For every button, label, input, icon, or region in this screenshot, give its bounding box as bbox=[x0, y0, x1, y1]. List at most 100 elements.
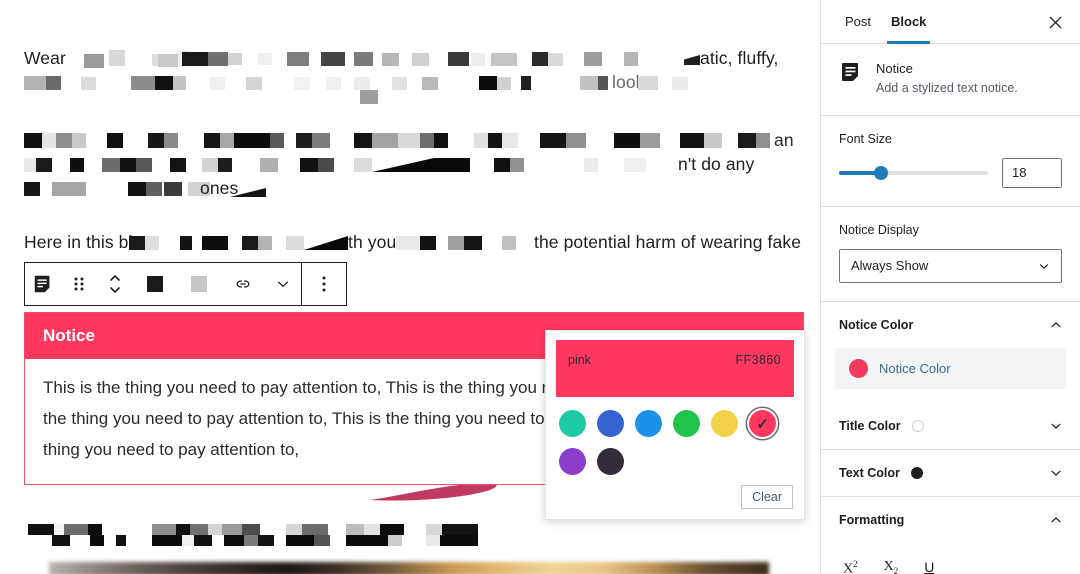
editor-paragraph-4[interactable] bbox=[24, 522, 804, 546]
redacted-text bbox=[84, 54, 104, 68]
redacted-text bbox=[488, 133, 502, 148]
clear-color-button[interactable]: Clear bbox=[741, 485, 793, 509]
link-button[interactable] bbox=[221, 263, 265, 305]
selected-color-preview[interactable]: pink FF3860 bbox=[556, 340, 794, 397]
redacted-text bbox=[426, 524, 442, 535]
redacted-text bbox=[502, 133, 518, 148]
more-options-button[interactable] bbox=[302, 263, 346, 305]
notice-display-select[interactable]: Always Show bbox=[839, 248, 1062, 283]
redacted-text bbox=[64, 524, 88, 535]
color-swatch-indigo[interactable] bbox=[597, 410, 624, 437]
visible-text-fragment: the potential harm of wearing fake bbox=[534, 232, 802, 252]
redacted-text bbox=[52, 535, 70, 546]
subscript-base: X bbox=[883, 558, 894, 574]
tab-block[interactable]: Block bbox=[881, 0, 936, 44]
panel-formatting-header[interactable]: Formatting bbox=[821, 497, 1080, 543]
redacted-text bbox=[756, 133, 770, 148]
subscript-exp: 2 bbox=[893, 565, 899, 574]
redacted-text bbox=[318, 158, 334, 172]
toolbar-chevron-button[interactable] bbox=[265, 263, 301, 305]
color-swatch-dark[interactable] bbox=[597, 448, 624, 475]
editor-paragraph-3[interactable]: Here in this blo th you the potential ha… bbox=[24, 230, 804, 254]
panel-notice-color-header[interactable]: Notice Color bbox=[821, 302, 1080, 348]
redacted-text bbox=[220, 133, 234, 148]
redacted-text bbox=[464, 236, 482, 250]
redacted-text bbox=[202, 158, 218, 172]
redacted-text bbox=[510, 158, 524, 172]
block-info-description: Add a stylized text notice. bbox=[876, 81, 1018, 95]
panel-title-color-header[interactable]: Title Color bbox=[821, 403, 1080, 450]
tab-post[interactable]: Post bbox=[835, 0, 881, 43]
toolbar-group-left bbox=[25, 263, 133, 305]
redacted-text bbox=[46, 76, 61, 90]
redacted-text bbox=[294, 77, 310, 90]
redacted-text bbox=[242, 236, 258, 250]
color-swatch-purple[interactable] bbox=[559, 448, 586, 475]
notice-color-bubble bbox=[849, 358, 868, 378]
drag-handle-button[interactable] bbox=[61, 263, 97, 305]
redacted-text bbox=[566, 133, 586, 148]
brush-stroke-decoration bbox=[370, 482, 500, 504]
redacted-text bbox=[42, 133, 56, 148]
underline-button[interactable]: U bbox=[924, 559, 934, 574]
redacted-text bbox=[24, 76, 46, 90]
redacted-text bbox=[738, 133, 756, 148]
redacted-text bbox=[598, 76, 608, 90]
editor-canvas[interactable]: Wear atic, fluffy, lool an n't do any on… bbox=[0, 0, 820, 574]
redacted-text bbox=[72, 133, 86, 148]
redacted-text bbox=[380, 524, 404, 535]
redacted-text bbox=[28, 524, 54, 535]
toolbar-redacted-button-1[interactable] bbox=[133, 263, 177, 305]
close-sidebar-button[interactable] bbox=[1044, 11, 1066, 33]
redacted-text bbox=[372, 158, 434, 172]
redacted-text bbox=[90, 535, 104, 546]
subscript-button[interactable]: X2 bbox=[884, 559, 899, 574]
redacted-text bbox=[448, 52, 469, 66]
redacted-text bbox=[224, 535, 244, 546]
redacted-text bbox=[640, 133, 660, 148]
color-swatch-turquoise[interactable] bbox=[559, 410, 586, 437]
font-size-slider[interactable] bbox=[839, 165, 988, 180]
panel-text-color-header[interactable]: Text Color bbox=[821, 450, 1080, 497]
redacted-text bbox=[502, 236, 516, 250]
redacted-text bbox=[24, 158, 36, 172]
redacted-text bbox=[120, 158, 136, 172]
redacted-text bbox=[497, 77, 511, 90]
block-settings-sidebar: Post Block Notice Add a stylized text no… bbox=[820, 0, 1080, 574]
redacted-text bbox=[614, 133, 640, 148]
redacted-text bbox=[270, 133, 284, 148]
superscript-button[interactable]: X2 bbox=[843, 559, 858, 574]
move-up-down-button[interactable] bbox=[97, 263, 133, 305]
redacted-text bbox=[244, 535, 258, 546]
editor-paragraph-2[interactable]: an n't do any ones bbox=[24, 128, 804, 200]
notice-block-icon-button[interactable] bbox=[25, 263, 61, 305]
color-picker-popover[interactable]: pink FF3860 ✓ Clear bbox=[545, 330, 805, 520]
slider-knob[interactable] bbox=[873, 165, 888, 180]
color-swatch-green[interactable] bbox=[673, 410, 700, 437]
paragraph-line: n't do any bbox=[24, 152, 804, 176]
redacted-text bbox=[148, 133, 164, 148]
redacted-text bbox=[81, 77, 96, 90]
notice-color-swatch-row[interactable]: Notice Color bbox=[835, 347, 1066, 389]
redacted-text bbox=[202, 236, 228, 250]
redacted-text bbox=[346, 535, 388, 546]
redacted-text bbox=[52, 182, 86, 196]
color-swatch-blue[interactable] bbox=[635, 410, 662, 437]
font-size-input[interactable] bbox=[1002, 157, 1062, 188]
redacted-text bbox=[258, 53, 272, 65]
redacted-text bbox=[116, 535, 126, 546]
redacted-text bbox=[426, 535, 440, 546]
redacted-text bbox=[208, 52, 228, 66]
redacted-text bbox=[548, 53, 563, 66]
color-swatch-yellow[interactable] bbox=[711, 410, 738, 437]
toolbar-redacted-button-2[interactable] bbox=[177, 263, 221, 305]
redacted-text bbox=[420, 133, 434, 148]
block-toolbar[interactable] bbox=[24, 262, 347, 306]
editor-paragraph-1[interactable]: Wear atic, fluffy, lool bbox=[24, 46, 804, 104]
text-color-dot bbox=[910, 466, 923, 479]
redacted-text bbox=[672, 77, 688, 90]
redacted-text bbox=[158, 54, 178, 67]
redacted-text bbox=[300, 158, 318, 172]
color-swatch-pink[interactable]: ✓ bbox=[749, 410, 776, 437]
redacted-text bbox=[145, 236, 159, 250]
